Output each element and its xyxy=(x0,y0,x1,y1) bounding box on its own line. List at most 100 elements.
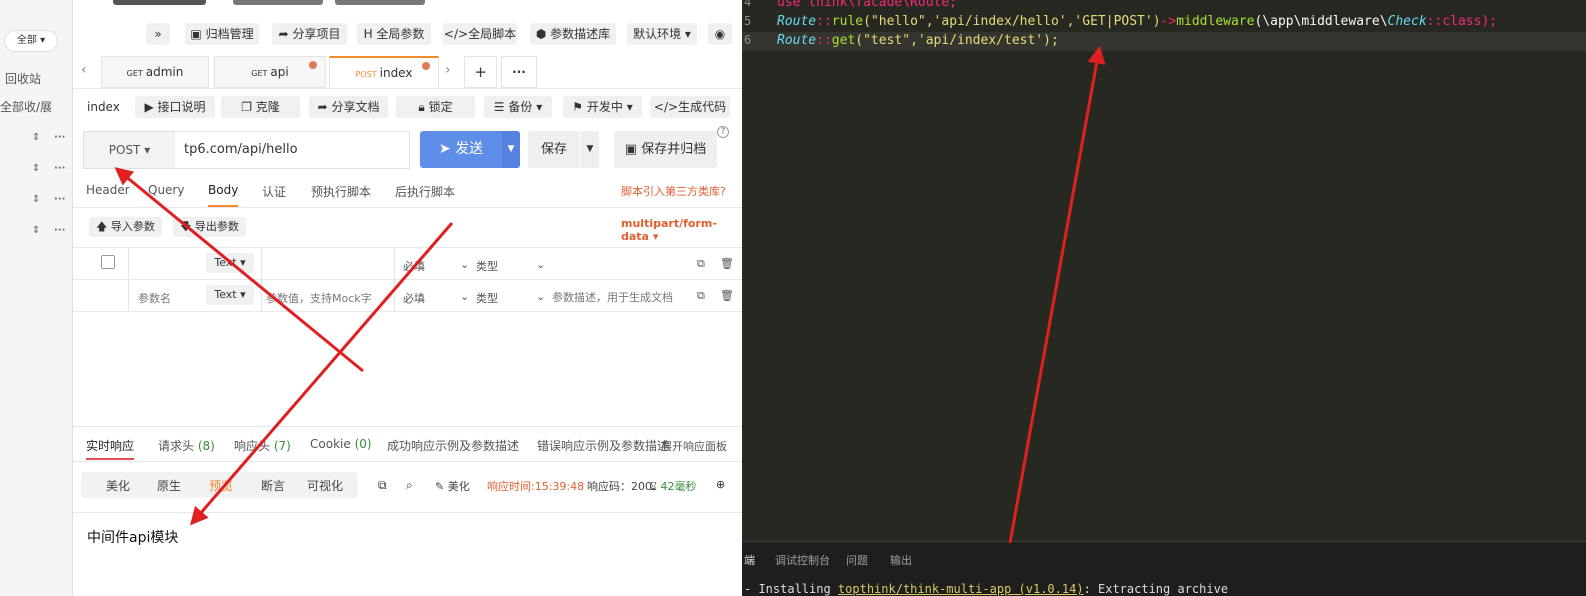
param-name-input[interactable]: 参数名 xyxy=(138,290,171,306)
content-type-select[interactable]: multipart/form-data ▾ xyxy=(621,217,742,243)
tab-method: GET xyxy=(126,69,143,78)
tab-response-headers[interactable]: 响应头 (7) xyxy=(234,437,291,454)
more-icon[interactable]: ··· xyxy=(54,132,65,143)
import-params-button[interactable]: 🡅 导入参数 xyxy=(89,217,162,237)
more-icon[interactable]: ··· xyxy=(54,194,65,205)
search-icon[interactable]: ⌕ xyxy=(406,478,413,493)
param-desc-library-button[interactable]: ⬢ 参数描述库 xyxy=(530,23,616,45)
request-tab[interactable]: GET api xyxy=(214,56,326,88)
kind-select[interactable]: 类型 xyxy=(476,258,498,274)
share-doc-button[interactable]: ➦ 分享文档 xyxy=(309,96,388,118)
format-preview[interactable]: 预览 xyxy=(209,477,233,494)
tab-cookie[interactable]: Cookie (0) xyxy=(310,437,372,451)
save-dropdown-icon[interactable]: ▼ xyxy=(581,131,599,168)
share-project-button[interactable]: ➦ 分享项目 xyxy=(272,23,347,45)
tabs-next-icon[interactable]: › xyxy=(445,62,451,78)
panel-tab-output[interactable]: 输出 xyxy=(890,552,912,568)
save-and-archive-button[interactable]: ▣ 保存并归档 xyxy=(614,131,717,168)
format-beautify[interactable]: 美化 xyxy=(106,477,130,494)
send-button[interactable]: ➤ 发送 xyxy=(420,131,502,168)
copy-icon[interactable]: ⧉ xyxy=(697,289,705,303)
tab-header[interactable]: Header xyxy=(86,183,130,197)
tab-more-button[interactable]: ··· xyxy=(501,56,537,88)
eye-icon[interactable]: ◉ xyxy=(708,23,732,45)
export-params-button[interactable]: 🡇 导出参数 xyxy=(173,217,246,237)
environment-select[interactable]: 默认环境 ▾ xyxy=(627,23,697,45)
api-desc-button[interactable]: ▶ 接口说明 xyxy=(135,96,215,118)
beautify-toggle[interactable]: ✎ 美化 xyxy=(435,478,470,494)
tab-query[interactable]: Query xyxy=(148,183,184,197)
line-number: 4 xyxy=(744,0,752,9)
expand-response-panel-link[interactable]: 展开响应面板 xyxy=(661,438,727,454)
save-button[interactable]: 保存 xyxy=(528,131,580,168)
tab-pre-script[interactable]: 预执行脚本 xyxy=(311,183,371,200)
kind-select[interactable]: 类型 xyxy=(476,290,498,306)
global-params-button[interactable]: H 全局参数 xyxy=(357,23,431,45)
share-icon: ➦ xyxy=(278,27,289,41)
trash-icon[interactable]: 🗑︎ xyxy=(720,289,734,302)
paper-plane-icon: ➤ xyxy=(438,141,451,157)
required-select[interactable]: 必填 xyxy=(403,290,425,306)
url-input[interactable]: tp6.com/api/hello xyxy=(175,131,410,169)
global-script-button[interactable]: </>全局脚本 xyxy=(443,23,517,45)
format-visualize[interactable]: 可视化 xyxy=(307,477,343,494)
tab-auth[interactable]: 认证 xyxy=(262,183,286,200)
tabs-prev-icon[interactable]: ‹ xyxy=(81,62,87,78)
tab-realtime-response[interactable]: 实时响应 xyxy=(86,437,135,460)
window-top-strip xyxy=(73,0,742,8)
required-select[interactable]: 必填 xyxy=(403,258,425,274)
format-assert[interactable]: 断言 xyxy=(261,477,285,494)
panel-tab-terminal[interactable]: 端 xyxy=(744,552,755,568)
generate-code-button[interactable]: </>生成代码 xyxy=(650,96,730,118)
third-party-lib-link[interactable]: 脚本引入第三方类库? xyxy=(621,183,726,199)
cube-icon: ⬢ xyxy=(535,27,547,41)
expand-toolbar-button[interactable]: » xyxy=(146,23,170,45)
chevron-down-icon: ▾ xyxy=(144,143,151,157)
sort-icon[interactable]: ⇕ xyxy=(32,194,40,205)
archive-icon: ▣ xyxy=(624,142,638,157)
tab-success-example[interactable]: 成功响应示例及参数描述 xyxy=(387,437,519,454)
api-name[interactable]: index xyxy=(87,100,120,114)
more-icon[interactable]: ··· xyxy=(54,163,65,174)
sort-icon[interactable]: ⇕ xyxy=(32,132,40,143)
request-tab[interactable]: GET admin xyxy=(101,56,209,88)
copy-icon[interactable]: ⧉ xyxy=(378,478,387,493)
chevron-down-icon: ▾ xyxy=(626,100,633,114)
help-icon[interactable]: ? xyxy=(717,126,729,138)
type-select[interactable]: Text ▾ xyxy=(206,285,254,305)
param-value-input[interactable]: 参数值，支持Mock字 xyxy=(266,290,390,306)
scope-dropdown[interactable]: 全部 ▾ xyxy=(4,30,58,52)
tab-request-headers[interactable]: 请求头 (8) xyxy=(158,437,215,454)
code-line-4[interactable]: use think\facade\Route; xyxy=(777,0,957,10)
lock-button[interactable]: 🔒︎ 锁定 xyxy=(396,96,475,118)
download-icon[interactable]: ⊕ xyxy=(716,478,725,491)
clone-button[interactable]: ❐ 克隆 xyxy=(221,96,300,118)
param-desc-input[interactable]: 参数描述，用于生成文档 xyxy=(552,289,692,305)
type-select[interactable]: Text ▾ xyxy=(206,253,254,273)
tab-error-example[interactable]: 错误响应示例及参数描述 xyxy=(537,437,669,454)
add-tab-button[interactable]: + xyxy=(464,56,497,88)
backup-button[interactable]: ☰ 备份 ▾ xyxy=(484,96,552,118)
sort-icon[interactable]: ⇕ xyxy=(32,225,40,236)
tab-post-script[interactable]: 后执行脚本 xyxy=(395,183,455,200)
status-code: 响应码：200 xyxy=(587,480,652,493)
format-raw[interactable]: 原生 xyxy=(157,477,181,494)
send-dropdown-icon[interactable]: ▼ xyxy=(502,131,520,168)
method-select[interactable]: POST ▾ xyxy=(83,131,175,169)
collapse-all-link[interactable]: 全部收/展 xyxy=(0,98,52,115)
panel-tab-problems[interactable]: 问题 xyxy=(846,552,868,568)
copy-icon[interactable]: ⧉ xyxy=(697,257,705,271)
dev-status-select[interactable]: ⚑ 开发中 ▾ xyxy=(563,96,642,118)
panel-tab-debug-console[interactable]: 调试控制台 xyxy=(775,552,830,568)
trash-icon[interactable]: 🗑︎ xyxy=(720,257,734,270)
select-all-checkbox[interactable] xyxy=(101,255,115,269)
code-line-5[interactable]: Route::rule("hello",'api/index/hello','G… xyxy=(777,14,1497,29)
sort-icon[interactable]: ⇕ xyxy=(32,163,40,174)
more-icon[interactable]: ··· xyxy=(54,225,65,236)
archive-management-button[interactable]: ▣ 归档管理 xyxy=(185,23,259,45)
code-line-6[interactable]: Route::get("test",'api/index/test'); xyxy=(777,33,1059,48)
tab-body[interactable]: Body xyxy=(208,183,239,207)
tab-label: admin xyxy=(145,65,184,79)
recycle-bin-link[interactable]: 回收站 xyxy=(5,70,41,87)
request-tab-active[interactable]: POST index xyxy=(329,56,439,88)
